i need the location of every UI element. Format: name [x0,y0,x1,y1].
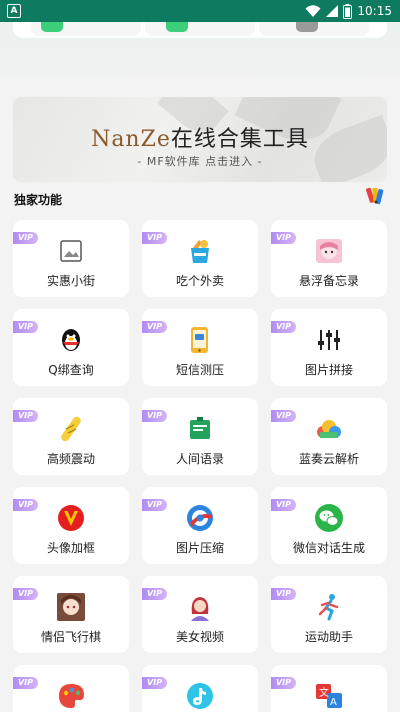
tile-label: 实惠小街 [46,274,95,288]
tile-renjian-yulu[interactable]: VIP 人间语录 [142,398,258,475]
tile-label: 头像加框 [46,541,95,555]
vip-badge: VIP [271,588,296,600]
vibrator-icon [61,416,81,442]
tile-meinv-shipin[interactable]: VIP 美女视频 [142,576,258,653]
vip-badge: VIP [271,410,296,422]
tile-shihui-xiaojie[interactable]: VIP 实惠小街 [13,220,129,297]
vip-badge: VIP [13,588,38,600]
tile-qbang-chaxun[interactable]: VIP Q绑查询 [13,309,129,386]
tile-label: 图片压缩 [175,541,224,555]
notebook-icon [190,417,210,439]
vip-badge: VIP [13,321,38,333]
woman-avatar-icon [191,597,209,621]
tile-gaopin-zhendong[interactable]: VIP 高频震动 [13,398,129,475]
shortcut-cell[interactable] [145,22,255,36]
compress-icon [187,505,213,531]
qq-penguin-icon [62,329,80,351]
vip-badge: VIP [13,499,38,511]
phone-message-icon [191,327,208,353]
paint-palette-icon [59,684,84,709]
app-notification-icon: A [7,4,21,18]
tile-row6-1[interactable]: VIP [13,665,129,712]
shortcut-icon [166,22,188,32]
vip-badge: VIP [142,588,167,600]
tile-lanzouyun-jiexi[interactable]: VIP 蓝奏云解析 [271,398,387,475]
tile-row6-3[interactable]: VIP 文 A [271,665,387,712]
cloud-icon [317,420,341,438]
vip-badge: VIP [142,677,167,689]
wechat-icon [315,504,343,532]
svg-text:A: A [330,697,337,708]
tile-label: 微信对话生成 [292,541,365,555]
tile-label: Q绑查询 [48,363,94,377]
shortcut-icon [41,22,63,32]
tile-label: 高频震动 [46,452,95,466]
vip-badge: VIP [271,232,296,244]
v-badge-icon [58,505,84,531]
vip-badge: VIP [142,321,167,333]
tile-tupian-pinjie[interactable]: VIP 图片拼接 [271,309,387,386]
vip-badge: VIP [13,232,38,244]
tile-label: 图片拼接 [304,363,353,377]
tile-label: 吃个外卖 [175,274,224,288]
top-shortcut-card[interactable] [13,22,387,38]
tile-qinglv-feixingqi[interactable]: VIP 情侣飞行棋 [13,576,129,653]
banner-title: NanZe在线合集工具 [13,121,387,153]
battery-icon [343,3,352,19]
food-bag-icon [191,240,209,263]
tile-label: 人间语录 [175,452,224,466]
vip-badge: VIP [142,499,167,511]
status-time: 10:15 [357,4,392,18]
tile-label: 短信测压 [175,363,224,377]
translate-icon: 文 A [316,684,342,708]
tile-row6-2[interactable]: VIP [142,665,258,712]
tile-label: 运动助手 [304,630,353,644]
tile-yundong-zhushou[interactable]: VIP 运动助手 [271,576,387,653]
tile-label: 情侣飞行棋 [40,630,101,644]
vip-badge: VIP [13,410,38,422]
tile-label: 蓝奏云解析 [298,452,359,466]
anime-girl-icon [316,239,342,263]
vip-badge: VIP [271,677,296,689]
image-placeholder-icon [60,240,82,262]
sliders-icon [318,330,340,350]
tiktok-icon [187,683,213,709]
banner-title-cn: 在线合集工具 [170,127,309,152]
vip-badge: VIP [142,410,167,422]
shortcut-icon [296,22,318,32]
system-icons [305,3,352,19]
svg-text:文: 文 [319,686,329,699]
tile-duanxin-ceya[interactable]: VIP 短信测压 [142,309,258,386]
vip-badge: VIP [142,232,167,244]
banner-subtitle: - MF软件库 点击进入 - [137,155,263,168]
vip-badge: VIP [271,499,296,511]
tile-tupian-yasuo[interactable]: VIP 图片压缩 [142,487,258,564]
tile-touxiang-jiakuang[interactable]: VIP 头像加框 [13,487,129,564]
section-title: 独家功能 [14,193,63,207]
couple-avatar-icon [57,593,85,621]
promo-banner[interactable]: NanZe在线合集工具 - MF软件库 点击进入 - [13,97,387,182]
signal-icon [326,5,338,17]
tile-chige-waimai[interactable]: VIP 吃个外卖 [142,220,258,297]
wifi-icon [305,5,321,17]
tile-weixin-duihua[interactable]: VIP 微信对话生成 [271,487,387,564]
vip-badge: VIP [271,321,296,333]
tile-xuanfu-beiwanglu[interactable]: VIP 悬浮备忘录 [271,220,387,297]
tile-label: 美女视频 [175,630,224,644]
running-icon [318,594,339,621]
vip-badge: VIP [13,677,38,689]
banner-title-latin: NanZe [91,127,171,152]
status-bar: A 10:15 [0,0,400,22]
palette-icon[interactable] [366,186,386,206]
tile-label: 悬浮备忘录 [298,274,359,288]
